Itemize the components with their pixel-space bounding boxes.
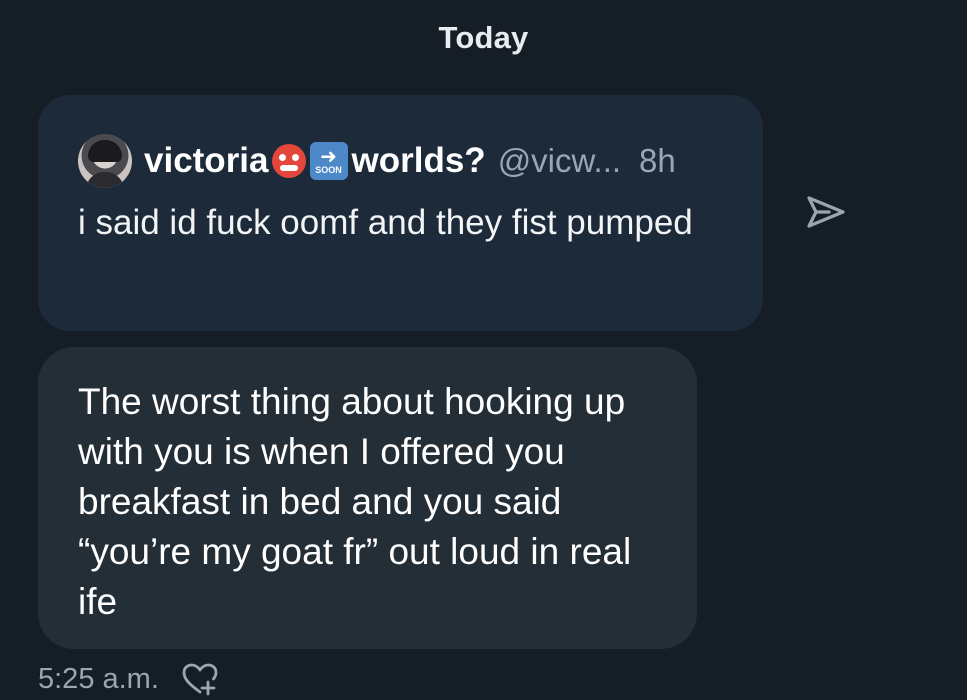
soon-badge-text: SOON: [315, 165, 342, 175]
right-arrow-icon: ➜: [320, 144, 337, 168]
quoted-post-card[interactable]: victoria ➜ SOON worlds? @vicw... 8h i sa…: [38, 95, 763, 331]
message-text: The worst thing about hooking up with yo…: [78, 381, 632, 622]
heart-plus-icon[interactable]: [181, 662, 219, 696]
day-separator: Today: [438, 20, 529, 55]
quoted-post-header: victoria ➜ SOON worlds? @vicw... 8h: [78, 133, 676, 189]
quoted-post-text: i said id fuck oomf and they fist pumped: [78, 203, 693, 242]
soon-arrow-emoji-icon: ➜ SOON: [309, 142, 348, 180]
user-handle: @vicw...: [497, 142, 622, 179]
avatar[interactable]: [78, 134, 132, 188]
message-footer: 5:25 a.m.: [38, 660, 219, 698]
display-name-suffix: worlds?: [351, 141, 486, 180]
dm-conversation-screen: Today victoria ➜ SOON worlds? @vicw... 8…: [0, 0, 967, 700]
display-name: victoria: [144, 141, 269, 180]
post-time-ago: 8h: [639, 142, 676, 179]
share-arrow-icon[interactable]: [805, 194, 847, 230]
devil-emoji-icon: [271, 144, 306, 178]
message-bubble[interactable]: The worst thing about hooking up with yo…: [38, 347, 697, 649]
message-timestamp: 5:25 a.m.: [38, 662, 159, 695]
